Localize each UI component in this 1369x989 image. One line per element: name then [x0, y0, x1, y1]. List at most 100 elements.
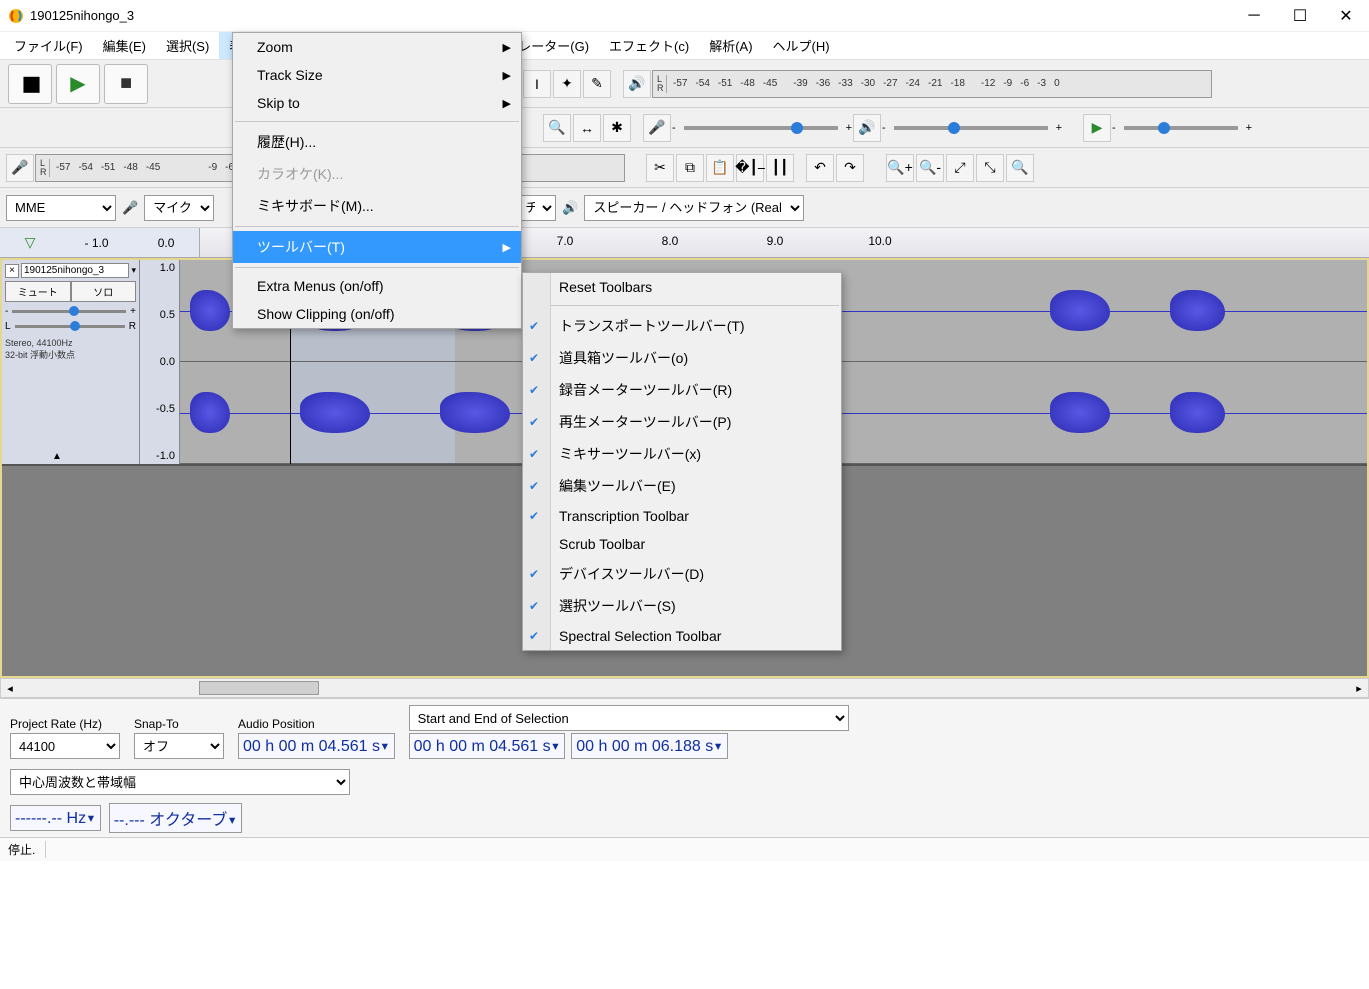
bandwidth[interactable]: --.--- オクターブ▾	[109, 803, 242, 833]
vertical-scale-left: 1.00.50.0-0.5-1.0	[140, 260, 180, 464]
ruler-left: ▽ - 1.0 0.0	[0, 228, 200, 257]
zoom-fit-button[interactable]: ⤡	[976, 154, 1004, 182]
pan-slider[interactable]	[15, 325, 125, 328]
menu-解析(A)[interactable]: 解析(A)	[699, 32, 762, 59]
track-panel[interactable]: × 190125nihongo_3 ▾ ミュート ソロ -+ LR Stereo…	[2, 260, 140, 464]
tools-row-2: 🔍↔✱ 🎤 - + 🔊 - + ▶ - +	[0, 108, 1369, 148]
rec-volume-slider[interactable]	[684, 126, 838, 130]
view-menu-item[interactable]: Extra Menus (on/off)	[233, 272, 521, 300]
play-vol-icon: 🔊	[853, 114, 881, 142]
edit-row: 🎤 LR -57-54-51-48-45-9-6-30 ✂ ⧉ 📋 �┃⎯ ┃┃…	[0, 148, 1369, 188]
zoom-in-button[interactable]: 🔍+	[886, 154, 914, 182]
mute-button[interactable]: ミュート	[5, 281, 71, 302]
timeline-ruler[interactable]: ▽ - 1.0 0.0 4.05.06.07.08.09.010.0	[0, 228, 1369, 258]
play-meter-icon[interactable]: 🔊	[623, 70, 651, 98]
zoom-toggle-button[interactable]: 🔍	[1006, 154, 1034, 182]
menu-ファイル(F)[interactable]: ファイル(F)	[4, 32, 93, 59]
toolbar-menu-item[interactable]: ✔Transcription Toolbar	[523, 502, 841, 530]
scroll-left-button[interactable]: ◂	[1, 682, 19, 695]
transcription-play-button[interactable]: ▶	[1083, 114, 1111, 142]
toolbar-menu-item[interactable]: ✔ミキサーツールバー(x)	[523, 438, 841, 470]
play-volume-slider[interactable]	[894, 126, 1048, 130]
rec-meter-mic-icon[interactable]: 🎤	[6, 154, 34, 182]
view-menu-item[interactable]: Show Clipping (on/off)	[233, 300, 521, 328]
menu-選択(S)[interactable]: 選択(S)	[156, 32, 219, 59]
selection-end[interactable]: 00 h 00 m 06.188 s▾	[571, 733, 728, 759]
view-menu-item[interactable]: ミキサボード(M)...	[233, 190, 521, 222]
track-collapse-button[interactable]: ▲	[52, 451, 62, 462]
view-menu-item[interactable]: 履歴(H)...	[233, 126, 521, 158]
close-button[interactable]: ✕	[1323, 0, 1369, 32]
minimize-button[interactable]: ─	[1231, 0, 1277, 32]
view-menu: Zoom▶Track Size▶Skip to▶ 履歴(H)...カラオケ(K).…	[232, 32, 522, 329]
playhead-triangle-icon[interactable]: ▽	[25, 234, 36, 251]
toolbars: ▮▮ ▶ ■ I✦✎ 🔊 LR -57-54-51-48-45-39-36-33…	[0, 60, 1369, 228]
toolbar-menu-item[interactable]: ✔トランスポートツールバー(T)	[523, 310, 841, 342]
audio-host-select[interactable]: MME	[6, 195, 116, 221]
toolbar-menu-item[interactable]: Scrub Toolbar	[523, 530, 841, 558]
toolbar-menu-item[interactable]: ✔録音メーターツールバー(R)	[523, 374, 841, 406]
redo-button[interactable]: ↷	[836, 154, 864, 182]
menu-編集(E)[interactable]: 編集(E)	[93, 32, 156, 59]
tool-select[interactable]: I	[523, 70, 551, 98]
track-meta: Stereo, 44100Hz32-bit 浮動小数点	[5, 338, 136, 361]
gain-slider[interactable]	[12, 310, 126, 313]
input-channels-select[interactable]: チ	[516, 195, 556, 221]
view-menu-item[interactable]: ツールバー(T)▶	[233, 231, 521, 263]
zoom-sel-button[interactable]: ⤢	[946, 154, 974, 182]
track-close-button[interactable]: ×	[5, 264, 19, 278]
menu-ヘルプ(H)[interactable]: ヘルプ(H)	[763, 32, 840, 59]
zoom-out-button[interactable]: 🔍-	[916, 154, 944, 182]
mic-icon: 🎤	[122, 200, 138, 216]
horizontal-scrollbar[interactable]: ◂ ▸	[0, 678, 1369, 698]
selection-toolbar: Project Rate (Hz) 44100 Snap-To オフ Audio…	[0, 698, 1369, 765]
silence-button[interactable]: ┃┃	[766, 154, 794, 182]
solo-button[interactable]: ソロ	[71, 281, 137, 302]
playback-speed-slider[interactable]	[1124, 126, 1238, 130]
tool-draw[interactable]: ✎	[583, 70, 611, 98]
tool-multi[interactable]: ✱	[603, 114, 631, 142]
toolbar-menu-item[interactable]: ✔Spectral Selection Toolbar	[523, 622, 841, 650]
toolbar-menu-item[interactable]: ✔デバイスツールバー(D)	[523, 558, 841, 590]
toolbar-menu-item[interactable]: ✔選択ツールバー(S)	[523, 590, 841, 622]
spectral-values: ------.-- Hz▾ --.--- オクターブ▾	[0, 799, 1369, 837]
paste-button[interactable]: 📋	[706, 154, 734, 182]
menu-エフェクト(c)[interactable]: エフェクト(c)	[599, 32, 699, 59]
audio-position[interactable]: 00 h 00 m 04.561 s▾	[238, 733, 395, 759]
center-frequency[interactable]: ------.-- Hz▾	[10, 805, 101, 831]
view-menu-item[interactable]: Skip to▶	[233, 89, 521, 117]
view-menu-item[interactable]: Track Size▶	[233, 61, 521, 89]
undo-button[interactable]: ↶	[806, 154, 834, 182]
pause-button[interactable]: ▮▮	[8, 64, 52, 104]
toolbar-menu-item[interactable]: ✔道具箱ツールバー(o)	[523, 342, 841, 374]
maximize-button[interactable]: ☐	[1277, 0, 1323, 32]
play-button[interactable]: ▶	[56, 64, 100, 104]
toolbar-menu-item[interactable]: Reset Toolbars	[523, 273, 841, 301]
copy-button[interactable]: ⧉	[676, 154, 704, 182]
track-name[interactable]: 190125nihongo_3	[21, 263, 129, 278]
playback-meter[interactable]: LR -57-54-51-48-45-39-36-33-30-27-24-21-…	[652, 70, 1212, 98]
view-menu-item: カラオケ(K)...	[233, 158, 521, 190]
snap-to-select[interactable]: オフ	[134, 733, 224, 759]
tool-zoom[interactable]: 🔍	[543, 114, 571, 142]
tool-envelope[interactable]: ✦	[553, 70, 581, 98]
toolbar-menu-item[interactable]: ✔再生メーターツールバー(P)	[523, 406, 841, 438]
view-menu-item[interactable]: Zoom▶	[233, 33, 521, 61]
tool-timeshift[interactable]: ↔	[573, 114, 601, 142]
snap-to-label: Snap-To	[134, 717, 224, 731]
scroll-right-button[interactable]: ▸	[1350, 682, 1368, 695]
rec-level-mic-icon[interactable]: 🎤	[643, 114, 671, 142]
input-device-select[interactable]: マイク	[144, 195, 214, 221]
project-rate-select[interactable]: 44100	[10, 733, 120, 759]
stop-button[interactable]: ■	[104, 64, 148, 104]
selection-start[interactable]: 00 h 00 m 04.561 s▾	[409, 733, 566, 759]
cut-button[interactable]: ✂	[646, 154, 674, 182]
toolbar-menu-item[interactable]: ✔編集ツールバー(E)	[523, 470, 841, 502]
output-device-select[interactable]: スピーカー / ヘッドフォン (Real	[584, 195, 804, 221]
device-row: MME 🎤 マイク チ 🔊 スピーカー / ヘッドフォン (Real	[0, 188, 1369, 228]
selection-mode-select[interactable]: Start and End of Selection	[409, 705, 849, 731]
scroll-thumb[interactable]	[199, 681, 319, 695]
trim-button[interactable]: �┃⎯	[736, 154, 764, 182]
track-menu-chevron-icon[interactable]: ▾	[131, 265, 136, 276]
spectral-mode-select[interactable]: 中心周波数と帯域幅	[10, 769, 350, 795]
